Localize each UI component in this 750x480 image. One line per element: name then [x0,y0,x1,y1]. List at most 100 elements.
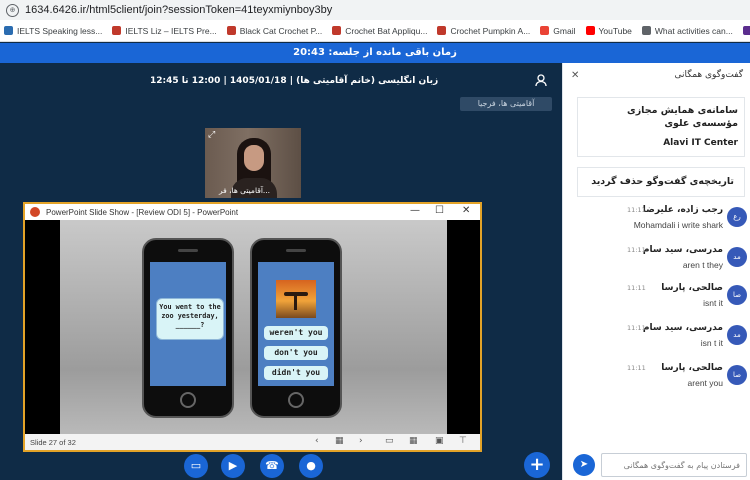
message-text: arent you [687,378,723,388]
message-time: 11:11 [627,324,646,332]
bookmark-item[interactable]: Black Cat Crochet P... [226,26,322,36]
message-sender: صالحی، پارسا [661,363,723,373]
bookmark-item[interactable]: Reports - K [742,26,750,36]
presentation-area: زبان انگلیسی (خانم آقامیتی ها) | 1405/01… [0,63,562,480]
bookmark-item[interactable]: IELTS Speaking less... [4,26,102,36]
bookmark-label: IELTS Speaking less... [17,25,103,36]
url-text[interactable]: 1634.6426.ir/html5client/join?sessionTok… [25,4,332,16]
question-bubble: You went to the zoo yesterday, ______? [156,298,224,340]
message-sender: صالحی، پارسا [661,283,723,293]
gmail-icon [540,26,550,35]
bookmark-label: Gmail [553,25,576,36]
bookmark-item[interactable]: Crochet Bat Appliqu... [332,26,427,36]
bookmark-item[interactable]: What activities can... [641,26,733,36]
bookmark-label: IELTS Liz – IELTS Pre... [125,25,217,36]
sorter-view-icon[interactable]: ▦ [409,436,418,446]
phone-button[interactable]: ☎ [260,454,284,478]
bookmark-label: YouTube [598,25,632,36]
chat-cleared-notice: تاریخچه‌ی گفت‌وگو حذف گردید [577,167,745,197]
message-sender: مدرسی، سید سام [642,245,723,255]
message-time: 11:11 [627,206,646,214]
address-bar[interactable]: ⊕ 1634.6426.ir/html5client/join?sessionT… [0,0,750,20]
chat-message: مد مدرسی، سید سام 11:11 aren t they [563,243,750,277]
message-time: 11:11 [627,246,646,254]
avatar: مد [727,325,747,345]
close-icon[interactable]: ✕ [462,205,470,216]
web-icon [641,26,651,35]
crochet-icon [332,26,342,35]
answer-option: don't you [264,346,328,360]
chat-message: صا صالحی، پارسا 11:11 isnt it [563,281,750,315]
welcome-line2: Alavi IT Center [663,138,738,148]
reports-icon [742,26,750,35]
bookmarks-bar: IELTS Speaking less... IELTS Liz – IELTS … [0,20,750,42]
chat-message: مد مدرسی، سید سام 11:11 isn t it [563,321,750,355]
message-text: Mohamdali i write shark [633,220,723,230]
expand-icon[interactable]: ⤢ [208,130,215,140]
users-list-icon[interactable] [534,73,550,89]
avatar: صا [727,285,747,305]
message-sender: مدرسی، سید سام [642,323,723,333]
chat-input[interactable] [601,453,747,477]
bookmark-item[interactable]: Gmail [540,25,576,36]
prev-slide-icon[interactable]: ‹ [315,436,319,446]
avatar: رع [727,207,747,227]
message-text: isnt it [703,298,723,308]
crochet-icon [437,26,447,35]
message-text: isn t it [700,338,723,348]
avatar: مد [727,247,747,267]
chat-header: گفت‌وگوی همگانی ✕ [563,63,750,87]
bookmark-label: Crochet Pumpkin A... [450,25,531,36]
webcam-video[interactable]: ⤢ آقامیتی ها، فر... [205,128,301,198]
bookmark-item[interactable]: Crochet Pumpkin A... [437,26,530,36]
ppt-status-bar: Slide 27 of 32 ‹ ▦ › ▭ ▦ ▣ ⊤ [25,434,480,450]
ielts-icon [4,26,13,35]
session-timer: زمان باقی مانده از جلسه: 20:43 [0,43,750,63]
welcome-message: سامانه‌ی همایش مجازی مؤسسه‌ی علوی Alavi … [577,97,745,157]
site-info-icon[interactable]: ⊕ [6,3,19,17]
presenter-tag: آقامیتی ها، فرجیا [460,97,552,111]
microphone-button[interactable]: ● [299,454,323,478]
bookmark-item[interactable]: YouTube [585,25,632,36]
message-text: aren t they [682,260,723,270]
next-slide-icon[interactable]: › [359,436,363,446]
welcome-line1: سامانه‌ی همایش مجازی مؤسسه‌ی علوی [627,105,738,129]
slide: You went to the zoo yesterday, ______? w… [60,220,447,434]
chat-input-row: ➤ [563,449,750,479]
actions-plus-button[interactable]: + [524,452,550,478]
ppt-window-title: PowerPoint Slide Show - [Review ODI 5] -… [46,207,239,217]
maximize-icon[interactable]: ☐ [435,205,444,216]
minimize-icon[interactable]: — [410,205,420,216]
avatar: صا [727,365,747,385]
crochet-icon [226,26,236,35]
powerpoint-window[interactable]: PowerPoint Slide Show - [Review ODI 5] -… [23,202,482,452]
chat-message: صا صالحی، پارسا 11:11 arent you [563,361,750,395]
chat-panel: گفت‌وگوی همگانی ✕ سامانه‌ی همایش مجازی م… [562,63,750,480]
message-time: 11:11 [627,284,646,292]
answer-option: weren't you [264,326,328,340]
phone-left: You went to the zoo yesterday, ______? [142,238,234,418]
normal-view-icon[interactable]: ▭ [385,436,394,446]
slide-area: You went to the zoo yesterday, ______? w… [25,220,480,434]
savanna-image [276,280,316,318]
powerpoint-icon [30,207,40,217]
message-time: 11:11 [627,364,646,372]
bookmark-label: Crochet Bat Appliqu... [345,25,428,36]
slide-sorter-icon[interactable]: ▦ [335,436,344,446]
liz-icon [112,26,122,35]
session-header: زبان انگلیسی (خانم آقامیتی ها) | 1405/01… [0,73,562,93]
chat-message: رع رجب زاده، علیرضا 11:11 Mohamdali i write… [563,203,750,237]
media-toolbar: ▭ ▶ ☎ ● + [0,450,562,480]
slide-counter: Slide 27 of 32 [30,437,76,447]
ppt-titlebar: PowerPoint Slide Show - [Review ODI 5] -… [25,204,480,220]
session-title: زبان انگلیسی (خانم آقامیتی ها) | 1405/01… [150,76,439,86]
bookmark-item[interactable]: IELTS Liz – IELTS Pre... [112,25,217,36]
camera-button[interactable]: ▶ [221,454,245,478]
slideshow-view-icon[interactable]: ⊤ [459,436,467,446]
chat-title: گفت‌وگوی همگانی [674,70,743,80]
close-chat-icon[interactable]: ✕ [571,70,579,81]
send-button[interactable]: ➤ [573,454,595,476]
message-sender: رجب زاده، علیرضا [642,205,723,215]
reading-view-icon[interactable]: ▣ [435,436,444,446]
screen-share-button[interactable]: ▭ [184,454,208,478]
